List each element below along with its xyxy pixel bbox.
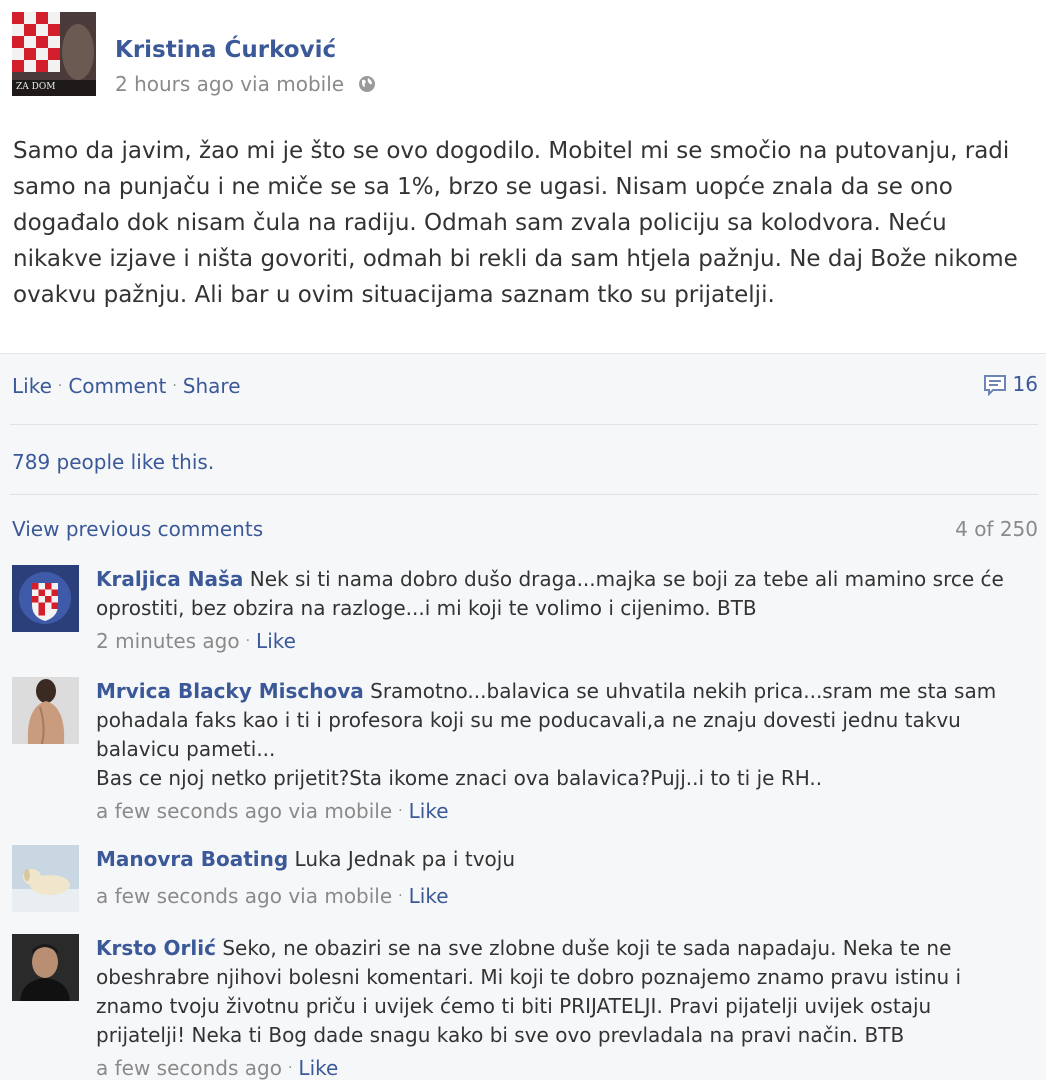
separator-dot: ·	[398, 888, 403, 904]
comment-timestamp[interactable]: a few seconds ago	[96, 1056, 282, 1080]
like-link[interactable]: Like	[12, 374, 52, 398]
avatar-watermark-text: ZA DOM	[16, 82, 56, 92]
divider	[10, 424, 1038, 425]
commenter-avatar[interactable]	[12, 677, 79, 744]
globe-icon	[359, 76, 376, 92]
comment-like-link[interactable]: Like	[298, 1056, 338, 1080]
comment-timestamp[interactable]: a few seconds ago via mobile	[96, 799, 392, 823]
comment-meta: a few seconds ago via mobile · Like	[96, 797, 1026, 826]
comment-text: Seko, ne obaziri se na sve zlobne duše k…	[96, 936, 962, 1047]
comment-author[interactable]: Manovra Boating	[96, 847, 288, 871]
dog-avatar-image	[12, 845, 79, 912]
comment-like-link[interactable]: Like	[256, 629, 296, 653]
post-author-name[interactable]: Kristina Ćurković	[115, 37, 336, 63]
comment-timestamp[interactable]: a few seconds ago via mobile	[96, 884, 392, 908]
comment-link[interactable]: Comment	[68, 374, 166, 398]
post-header: ZA DOM Kristina Ćurković 2 hours ago via…	[12, 12, 1032, 98]
man-avatar-image	[12, 934, 79, 1001]
separator-dot: ·	[172, 378, 177, 394]
divider	[10, 494, 1038, 495]
view-previous-comments-link[interactable]: View previous comments	[12, 517, 263, 541]
commenter-avatar[interactable]	[12, 565, 79, 632]
comment-author[interactable]: Krsto Orlić	[96, 936, 216, 960]
share-link[interactable]: Share	[183, 374, 241, 398]
comment-timestamp[interactable]: 2 minutes ago	[96, 629, 240, 653]
author-avatar[interactable]: ZA DOM	[12, 12, 96, 96]
likes-summary[interactable]: 789 people like this.	[12, 450, 214, 474]
separator-dot: ·	[245, 633, 251, 649]
comment-meta: a few seconds ago via mobile · Like	[96, 882, 1026, 911]
post-timestamp[interactable]: 2 hours ago via mobile	[115, 72, 344, 96]
post-meta: 2 hours ago via mobile	[115, 72, 376, 96]
comment-like-link[interactable]: Like	[409, 799, 449, 823]
comment-text: Luka Jednak pa i tvoju	[294, 847, 515, 871]
commenter-avatar[interactable]	[12, 845, 79, 912]
feedback-section: Like · Comment · Share 16 789 people like th…	[0, 353, 1046, 1080]
comment-body: Mrvica Blacky Mischova Sramotno...balavi…	[96, 677, 1026, 826]
comment-like-link[interactable]: Like	[409, 884, 449, 908]
comment-author[interactable]: Mrvica Blacky Mischova	[96, 679, 364, 703]
separator-dot: ·	[287, 1060, 293, 1076]
post-actions: Like · Comment · Share	[12, 374, 241, 398]
comment-count-value: 16	[1012, 372, 1038, 396]
person-avatar-image	[12, 677, 79, 744]
comment-bubble-icon	[983, 375, 1006, 397]
comment-text-line: Bas ce njoj netko prijetit?Sta ikome zna…	[96, 766, 823, 790]
comment-body: Kraljica Naša Nek si ti nama dobro dušo …	[96, 565, 1026, 656]
comment-meta: 2 minutes ago · Like	[96, 627, 1026, 656]
comment-author[interactable]: Kraljica Naša	[96, 567, 243, 591]
comments-range: 4 of 250	[955, 517, 1038, 541]
separator-dot: ·	[398, 803, 403, 819]
separator-dot: ·	[57, 378, 63, 394]
commenter-avatar[interactable]	[12, 934, 79, 1001]
comment-count[interactable]: 16	[983, 372, 1038, 397]
crest-avatar-image	[12, 565, 79, 632]
comment-body: Manovra Boating Luka Jednak pa i tvoju a…	[96, 845, 1026, 911]
comment-body: Krsto Orlić Seko, ne obaziri se na sve z…	[96, 934, 1026, 1083]
post-message: Samo da javim, žao mi je što se ovo dogo…	[13, 138, 1018, 308]
